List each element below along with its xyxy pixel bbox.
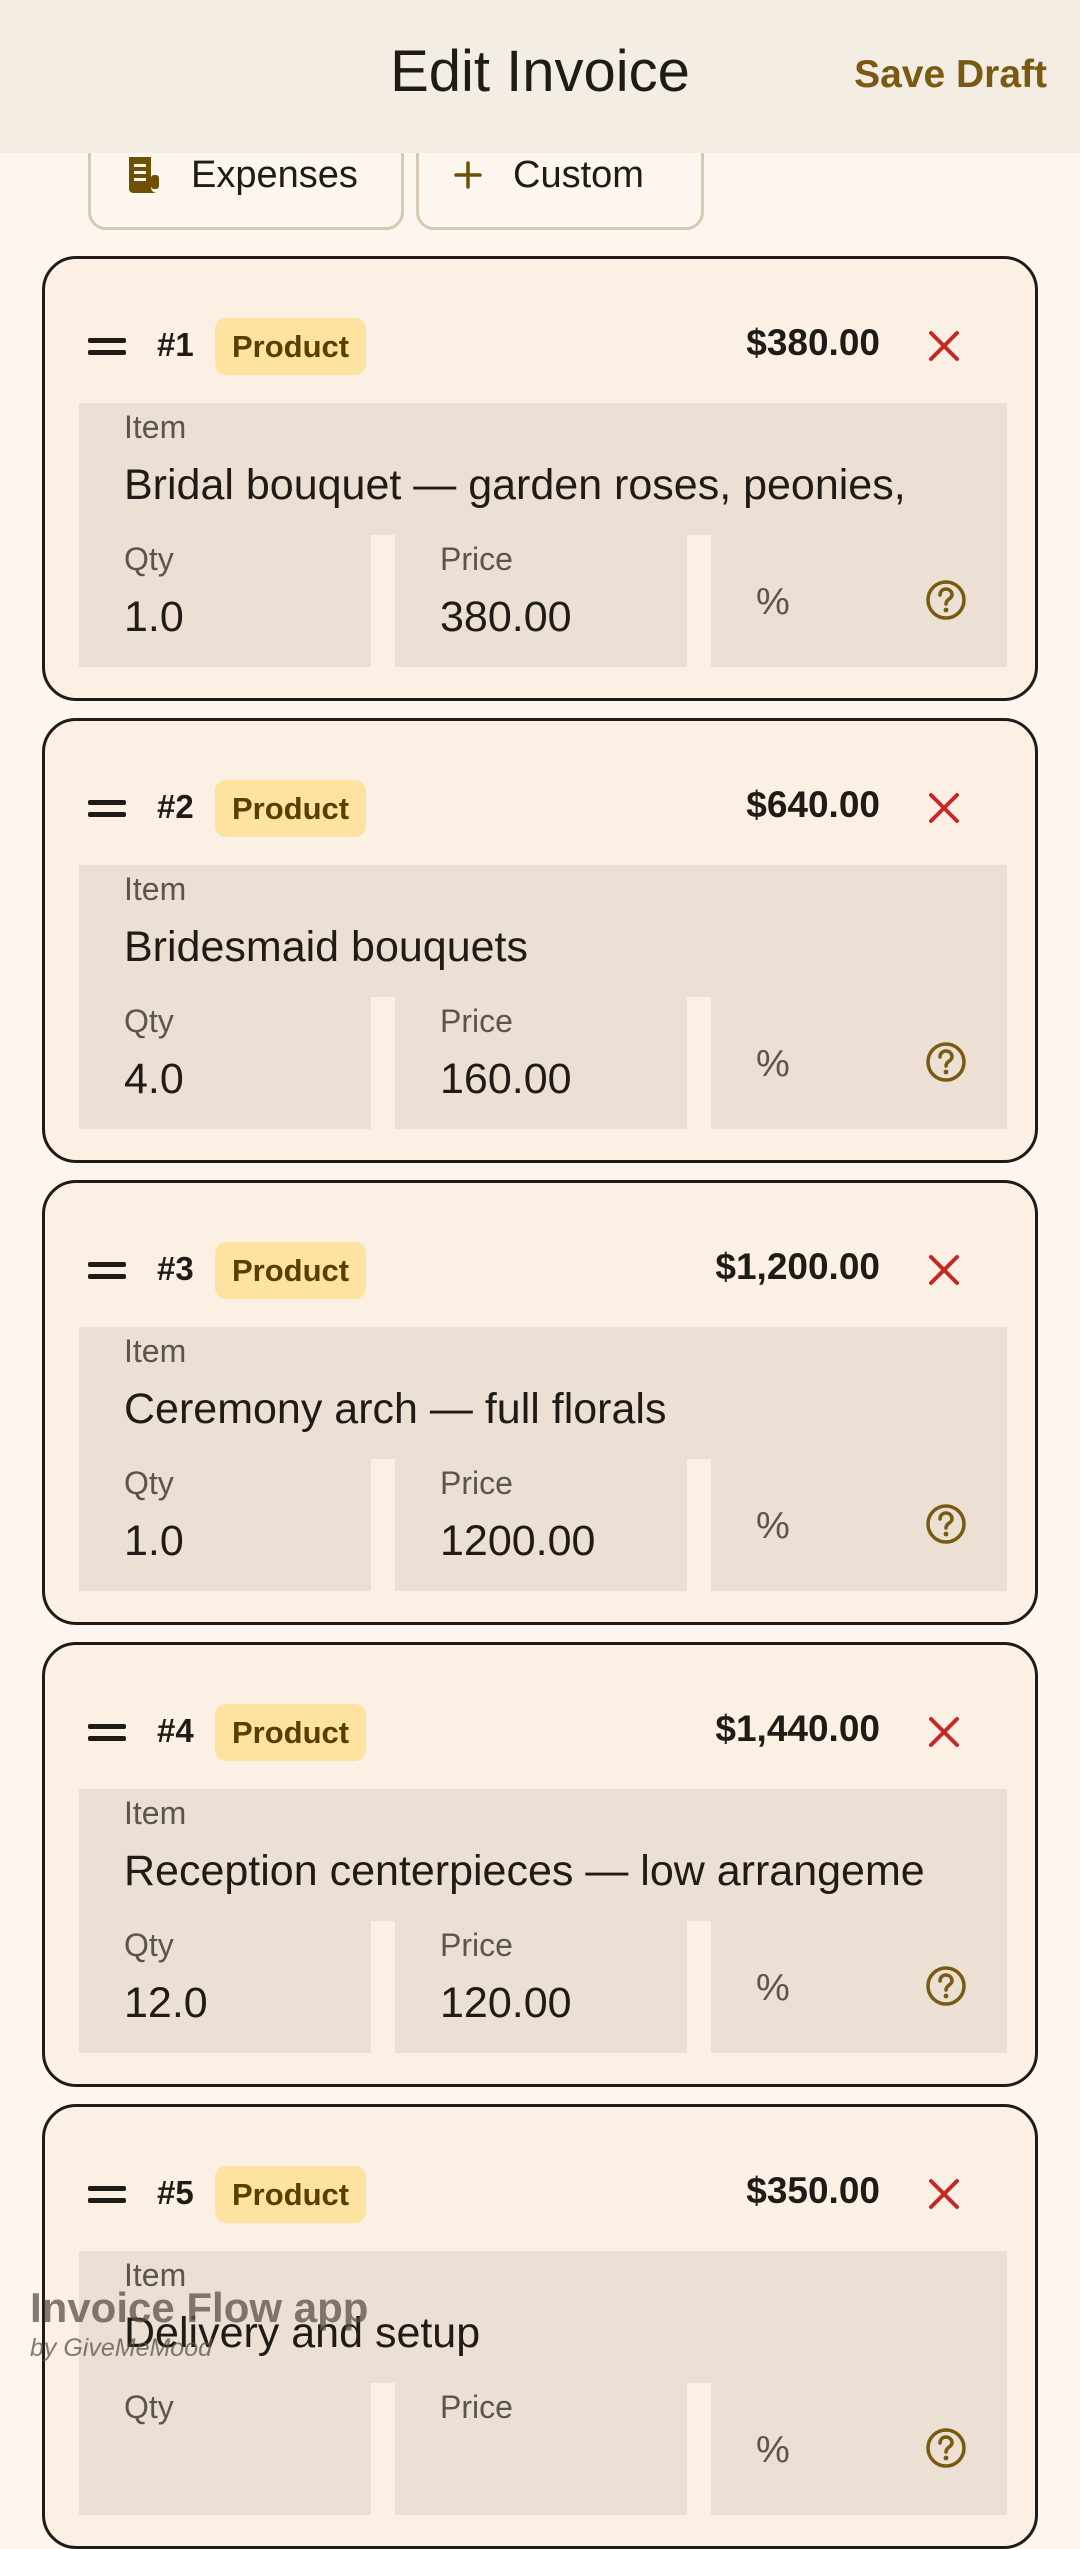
item-name-label: Item	[124, 409, 187, 445]
qty-label: Qty	[124, 1003, 174, 1039]
item-name-field[interactable]: Item Delivery and setup	[79, 2251, 1007, 2383]
qty-field[interactable]: Qty 12.0	[79, 1921, 371, 2053]
price-label: Price	[440, 1003, 513, 1039]
line-item-card: #2 Product $640.00 Item Bridesmaid bouqu…	[42, 718, 1038, 1163]
price-field[interactable]: Price 380.00	[395, 535, 687, 667]
plus-icon	[453, 160, 483, 190]
item-name-label: Item	[124, 1333, 187, 1369]
qty-label: Qty	[124, 1927, 174, 1963]
qty-label: Qty	[124, 2389, 174, 2425]
drag-handle-icon[interactable]	[88, 1260, 126, 1287]
save-draft-button[interactable]: Save Draft	[854, 53, 1047, 97]
item-type-badge: Product	[215, 2166, 367, 2223]
drag-handle-icon[interactable]	[88, 2184, 126, 2211]
price-field[interactable]: Price 160.00	[395, 997, 687, 1129]
qty-value: 12.0	[124, 1979, 208, 2027]
line-item-card: #5 Product $350.00 Item Delivery and set…	[42, 2104, 1038, 2549]
expenses-chip-label: Expenses	[191, 153, 358, 196]
delete-item-icon[interactable]	[927, 791, 961, 830]
help-icon[interactable]	[925, 1041, 967, 1088]
price-field[interactable]: Price 120.00	[395, 1921, 687, 2053]
item-total: $1,440.00	[715, 1708, 880, 1749]
qty-field[interactable]: Qty 1.0	[79, 1459, 371, 1591]
price-value: 1200.00	[440, 1517, 596, 1565]
item-type-badge: Product	[215, 1242, 367, 1299]
delete-item-icon[interactable]	[927, 2177, 961, 2216]
discount-field[interactable]: %	[711, 1459, 1007, 1591]
percent-label: %	[756, 2429, 790, 2471]
drag-handle-icon[interactable]	[88, 798, 126, 825]
qty-value: 1.0	[124, 593, 184, 641]
item-total: $380.00	[746, 322, 880, 363]
help-icon[interactable]	[925, 1965, 967, 2012]
custom-chip-label: Custom	[513, 153, 644, 196]
price-label: Price	[440, 1465, 513, 1501]
qty-value: 1.0	[124, 1517, 184, 1565]
delete-item-icon[interactable]	[927, 1253, 961, 1292]
item-type-badge: Product	[215, 318, 367, 375]
line-item-card: #4 Product $1,440.00 Item Reception cent…	[42, 1642, 1038, 2087]
item-type-badge: Product	[215, 1704, 367, 1761]
price-value: 120.00	[440, 1979, 572, 2027]
qty-label: Qty	[124, 1465, 174, 1501]
drag-handle-icon[interactable]	[88, 1722, 126, 1749]
item-name-label: Item	[124, 2257, 187, 2293]
qty-label: Qty	[124, 541, 174, 577]
delete-item-icon[interactable]	[927, 1715, 961, 1754]
price-label: Price	[440, 541, 513, 577]
qty-field[interactable]: Qty 1.0	[79, 535, 371, 667]
help-icon[interactable]	[925, 579, 967, 626]
item-number: #1	[157, 326, 194, 363]
help-icon[interactable]	[925, 2427, 967, 2474]
item-name-field[interactable]: Item Bridal bouquet — garden roses, peon…	[79, 403, 1007, 535]
receipt-icon	[125, 155, 161, 195]
item-total: $1,200.00	[715, 1246, 880, 1287]
discount-field[interactable]: %	[711, 2383, 1007, 2515]
item-name-field[interactable]: Item Ceremony arch — full florals	[79, 1327, 1007, 1459]
item-name-field[interactable]: Item Bridesmaid bouquets	[79, 865, 1007, 997]
item-name-value: Delivery and setup	[124, 2309, 481, 2357]
app-bar: Edit Invoice Save Draft	[0, 0, 1080, 153]
item-number: #2	[157, 788, 194, 825]
percent-label: %	[756, 1967, 790, 2009]
price-value: 380.00	[440, 593, 572, 641]
item-total: $350.00	[746, 2170, 880, 2211]
item-name-value: Bridesmaid bouquets	[124, 923, 528, 971]
item-name-value: Reception centerpieces — low arrangeme	[124, 1847, 925, 1895]
item-name-label: Item	[124, 1795, 187, 1831]
price-label: Price	[440, 1927, 513, 1963]
qty-value: 4.0	[124, 1055, 184, 1103]
price-field[interactable]: Price 1200.00	[395, 1459, 687, 1591]
price-label: Price	[440, 2389, 513, 2425]
line-item-card: #1 Product $380.00 Item Bridal bouquet —…	[42, 256, 1038, 701]
item-name-label: Item	[124, 871, 187, 907]
percent-label: %	[756, 1043, 790, 1085]
item-type-badge: Product	[215, 780, 367, 837]
percent-label: %	[756, 581, 790, 623]
discount-field[interactable]: %	[711, 535, 1007, 667]
item-name-value: Bridal bouquet — garden roses, peonies,	[124, 461, 906, 509]
item-number: #5	[157, 2174, 194, 2211]
item-name-value: Ceremony arch — full florals	[124, 1385, 667, 1433]
delete-item-icon[interactable]	[927, 329, 961, 368]
item-name-field[interactable]: Item Reception centerpieces — low arrang…	[79, 1789, 1007, 1921]
qty-field[interactable]: Qty	[79, 2383, 371, 2515]
drag-handle-icon[interactable]	[88, 336, 126, 363]
line-item-card: #3 Product $1,200.00 Item Ceremony arch …	[42, 1180, 1038, 1625]
discount-field[interactable]: %	[711, 997, 1007, 1129]
help-icon[interactable]	[925, 1503, 967, 1550]
item-total: $640.00	[746, 784, 880, 825]
price-field[interactable]: Price	[395, 2383, 687, 2515]
percent-label: %	[756, 1505, 790, 1547]
discount-field[interactable]: %	[711, 1921, 1007, 2053]
item-number: #3	[157, 1250, 194, 1287]
qty-field[interactable]: Qty 4.0	[79, 997, 371, 1129]
price-value: 160.00	[440, 1055, 572, 1103]
item-number: #4	[157, 1712, 194, 1749]
